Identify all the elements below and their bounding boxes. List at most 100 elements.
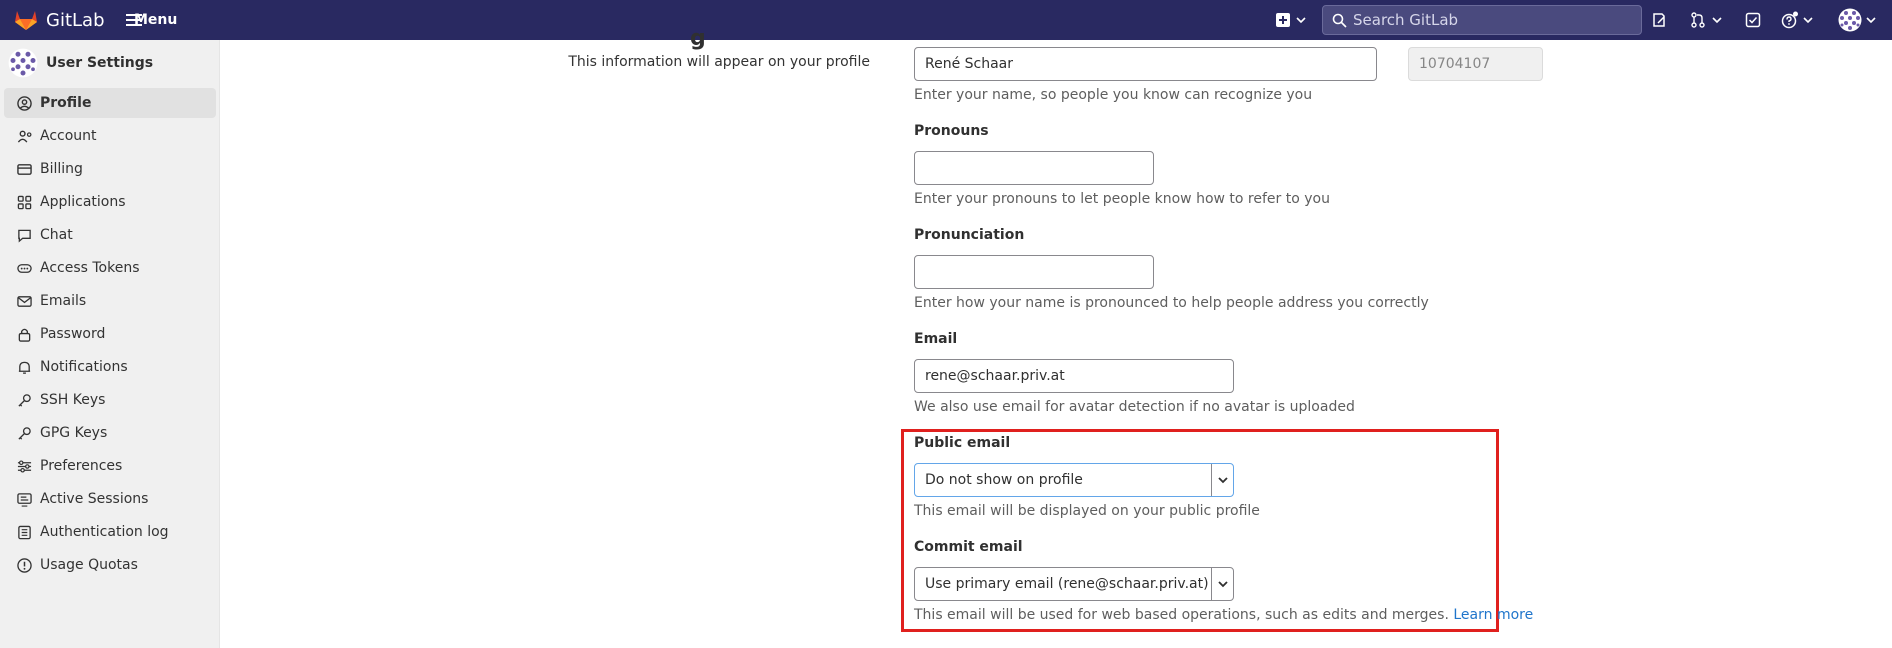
- help-button[interactable]: [1781, 8, 1813, 32]
- plus-square-icon: [1276, 13, 1290, 27]
- issues-icon: [1653, 13, 1665, 27]
- email-help-text: We also use email for avatar detection i…: [914, 399, 1355, 415]
- pronunciation-field[interactable]: [914, 255, 1154, 289]
- search-box[interactable]: [1322, 5, 1642, 35]
- public-email-select[interactable]: Do not show on profile: [914, 463, 1234, 497]
- top-navbar: GitLab Menu: [0, 0, 1892, 40]
- sidebar-item-label: Access Tokens: [40, 260, 140, 276]
- pronunciation-label: Pronunciation: [914, 227, 1025, 243]
- key-icon: [16, 425, 32, 441]
- sidebar-title: User Settings: [46, 55, 154, 71]
- profile-settings-main: g This information will appear on your p…: [220, 26, 1892, 648]
- chevron-down-icon: [1296, 17, 1306, 24]
- sidebar-item-label: Account: [40, 128, 97, 144]
- merge-request-icon: [1691, 12, 1705, 28]
- issues-button[interactable]: [1651, 8, 1667, 32]
- sidebar-item-label: Applications: [40, 194, 126, 210]
- section-description: This information will appear on your pro…: [568, 54, 870, 70]
- commit-email-help-text: This email will be used for web based op…: [914, 607, 1449, 623]
- chevron-down-icon: [1211, 464, 1233, 496]
- sidebar-item-label: Emails: [40, 293, 87, 309]
- sidebar-item-applications[interactable]: Applications: [4, 187, 216, 217]
- avatar: [8, 48, 38, 78]
- email-label: Email: [914, 331, 958, 347]
- chevron-down-icon: [1211, 568, 1233, 600]
- sidebar-item-label: Profile: [40, 95, 92, 111]
- chat-icon: [16, 227, 32, 243]
- sidebar-item-notifications[interactable]: Notifications: [4, 352, 216, 382]
- sidebar-item-access-tokens[interactable]: Access Tokens: [4, 253, 216, 283]
- sidebar-item-label: Active Sessions: [40, 491, 149, 507]
- pronouns-label: Pronouns: [914, 123, 989, 139]
- public-email-help-text: This email will be displayed on your pub…: [914, 503, 1260, 519]
- public-email-label: Public email: [914, 435, 1011, 451]
- sidebar-item-label: GPG Keys: [40, 425, 108, 441]
- section-heading-partial: g: [690, 26, 706, 51]
- sidebar-item-gpg-keys[interactable]: GPG Keys: [4, 418, 216, 448]
- settings-sidebar: User Settings Profile Account Billing Ap…: [0, 40, 220, 648]
- email-field[interactable]: [914, 359, 1234, 393]
- sidebar-item-emails[interactable]: Emails: [4, 286, 216, 316]
- search-icon: [1332, 13, 1347, 28]
- new-dropdown-button[interactable]: [1276, 8, 1306, 32]
- menu-label: Menu: [134, 12, 178, 28]
- commit-email-value: Use primary email (rene@schaar.priv.at): [925, 576, 1209, 592]
- sidebar-header[interactable]: User Settings: [8, 48, 153, 78]
- commit-email-label: Commit email: [914, 539, 1023, 555]
- sidebar-item-label: Usage Quotas: [40, 557, 138, 573]
- lock-icon: [16, 326, 32, 342]
- account-icon: [16, 128, 32, 144]
- bell-icon: [16, 359, 32, 375]
- menu-button[interactable]: Menu: [126, 8, 177, 32]
- token-icon: [16, 260, 32, 276]
- gitlab-tanuki-icon: [15, 11, 37, 30]
- monitor-icon: [16, 491, 32, 507]
- sidebar-item-preferences[interactable]: Preferences: [4, 451, 216, 481]
- sidebar-item-label: Password: [40, 326, 106, 342]
- key-icon: [16, 392, 32, 408]
- log-icon: [16, 524, 32, 540]
- user-menu-button[interactable]: [1838, 8, 1876, 32]
- help-icon: [1781, 11, 1798, 29]
- learn-more-link[interactable]: Learn more: [1453, 607, 1533, 623]
- brand-name: GitLab: [46, 9, 105, 31]
- sidebar-item-label: Preferences: [40, 458, 123, 474]
- chevron-down-icon: [1866, 17, 1876, 24]
- merge-requests-button[interactable]: [1690, 8, 1722, 32]
- sidebar-item-label: Notifications: [40, 359, 128, 375]
- avatar: [1838, 8, 1862, 32]
- sidebar-item-label: Chat: [40, 227, 73, 243]
- chevron-down-icon: [1712, 17, 1722, 24]
- search-input[interactable]: [1353, 11, 1641, 29]
- sidebar-item-label: Billing: [40, 161, 83, 177]
- sidebar-item-authentication-log[interactable]: Authentication log: [4, 517, 216, 547]
- pronunciation-help-text: Enter how your name is pronounced to hel…: [914, 295, 1429, 311]
- billing-icon: [16, 161, 32, 177]
- mail-icon: [16, 293, 32, 309]
- commit-email-help-line: This email will be used for web based op…: [914, 607, 1533, 623]
- preferences-icon: [16, 458, 32, 474]
- sidebar-item-ssh-keys[interactable]: SSH Keys: [4, 385, 216, 415]
- chevron-down-icon: [1803, 17, 1813, 24]
- sidebar-item-active-sessions[interactable]: Active Sessions: [4, 484, 216, 514]
- todo-icon: [1745, 12, 1761, 28]
- applications-icon: [16, 194, 32, 210]
- gitlab-logo[interactable]: GitLab: [14, 9, 105, 31]
- sidebar-item-usage-quotas[interactable]: Usage Quotas: [4, 550, 216, 580]
- sidebar-item-chat[interactable]: Chat: [4, 220, 216, 250]
- todos-button[interactable]: [1745, 8, 1761, 32]
- user-id-field: [1408, 47, 1543, 81]
- quota-icon: [16, 557, 32, 573]
- sidebar-item-password[interactable]: Password: [4, 319, 216, 349]
- sidebar-item-profile[interactable]: Profile: [4, 88, 216, 118]
- name-help-text: Enter your name, so people you know can …: [914, 87, 1313, 103]
- sidebar-item-label: Authentication log: [40, 524, 169, 540]
- pronouns-field[interactable]: [914, 151, 1154, 185]
- profile-icon: [16, 95, 32, 111]
- sidebar-item-account[interactable]: Account: [4, 121, 216, 151]
- sidebar-item-billing[interactable]: Billing: [4, 154, 216, 184]
- name-field[interactable]: [914, 47, 1377, 81]
- public-email-value: Do not show on profile: [925, 472, 1083, 488]
- sidebar-item-label: SSH Keys: [40, 392, 106, 408]
- commit-email-select[interactable]: Use primary email (rene@schaar.priv.at): [914, 567, 1234, 601]
